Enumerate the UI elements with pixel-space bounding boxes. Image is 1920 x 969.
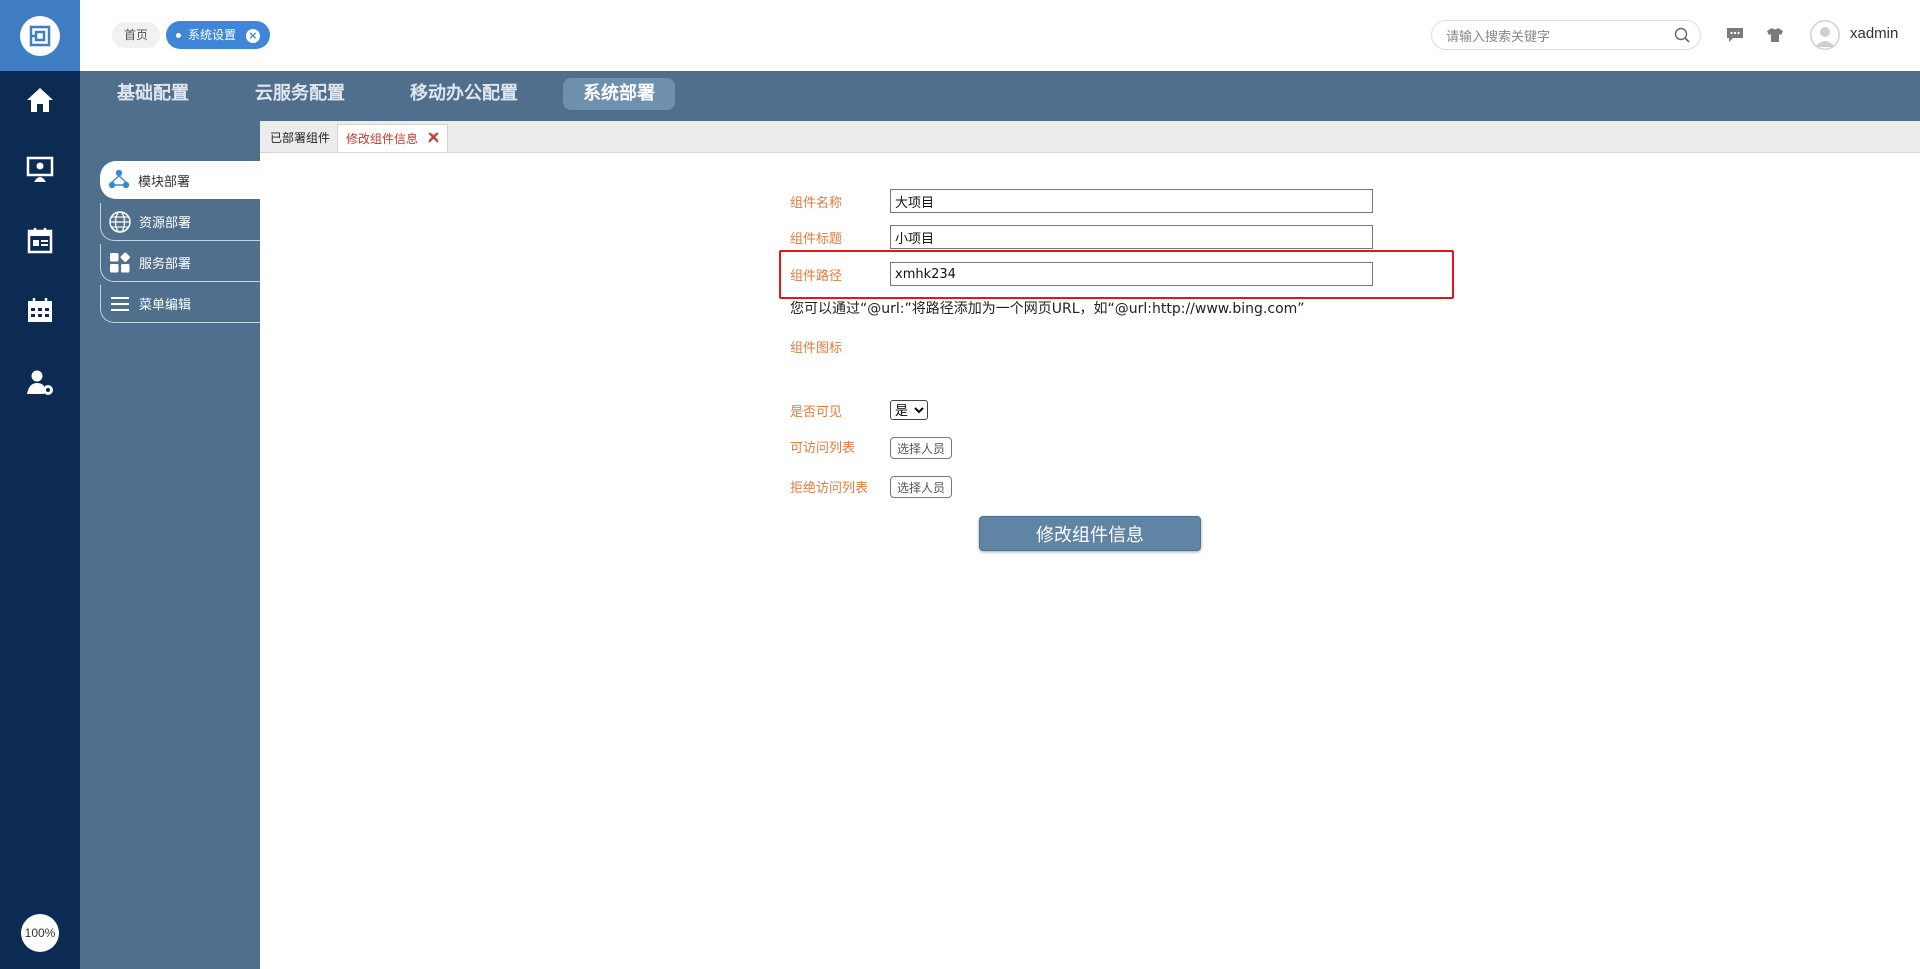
- tab-edit-component[interactable]: 修改组件信息: [337, 124, 448, 152]
- sidebar-item-menu-edit[interactable]: 菜单编辑: [100, 285, 260, 323]
- active-dot-icon: [176, 33, 181, 38]
- visible-select[interactable]: 是: [890, 400, 928, 420]
- sidebar-item-label: 模块部署: [138, 174, 191, 190]
- shirt-theme-icon[interactable]: [1764, 24, 1786, 46]
- user-settings-icon[interactable]: [20, 362, 60, 402]
- component-name-label: 组件名称: [790, 196, 843, 211]
- component-title-label: 组件标题: [790, 232, 843, 247]
- avatar[interactable]: [1810, 20, 1840, 50]
- sidebar-item-resource-deploy[interactable]: 资源部署: [100, 203, 260, 241]
- left-rail: [0, 0, 80, 969]
- tab-mobile-office-config[interactable]: 移动办公配置: [390, 78, 538, 110]
- deny-list-pick-button[interactable]: 选择人员: [890, 476, 952, 498]
- submit-edit-component-button[interactable]: 修改组件信息: [979, 516, 1201, 551]
- component-title-field[interactable]: [890, 225, 1373, 249]
- home-icon[interactable]: [20, 80, 60, 120]
- tab-basic-config[interactable]: 基础配置: [97, 78, 209, 110]
- search-input[interactable]: [1444, 26, 1668, 46]
- app-logo[interactable]: [0, 0, 80, 71]
- calendar-grid-icon[interactable]: [20, 290, 60, 330]
- presentation-user-icon[interactable]: [20, 150, 60, 190]
- search-icon[interactable]: [1674, 27, 1690, 47]
- sidebar-item-label: 资源部署: [139, 216, 192, 231]
- path-hint-text: 您可以通过“@url:”将路径添加为一个网页URL，如“@url:http://…: [790, 301, 1305, 317]
- component-path-label: 组件路径: [790, 269, 843, 284]
- close-tab-icon[interactable]: ×: [245, 28, 260, 43]
- breadcrumb-active-tab[interactable]: 系统设置 ×: [166, 21, 270, 49]
- tab-system-deploy[interactable]: 系统部署: [563, 78, 675, 110]
- sidebar-item-label: 菜单编辑: [139, 298, 192, 313]
- sidebar-item-label: 服务部署: [139, 257, 192, 272]
- tab-edit-component-label: 修改组件信息: [346, 132, 419, 146]
- allow-list-label: 可访问列表: [790, 441, 856, 456]
- deny-list-label: 拒绝访问列表: [790, 481, 869, 496]
- component-name-field[interactable]: [890, 189, 1373, 213]
- menu-lines-icon: [107, 291, 133, 317]
- sidebar-item-module-deploy[interactable]: 模块部署: [100, 161, 260, 199]
- close-icon[interactable]: [428, 132, 439, 146]
- breadcrumb-home[interactable]: 首页: [112, 22, 161, 48]
- message-icon[interactable]: [1724, 24, 1746, 46]
- nodes-icon: [106, 167, 132, 193]
- allow-list-pick-button[interactable]: 选择人员: [890, 437, 952, 459]
- visible-label: 是否可见: [790, 405, 843, 420]
- tab-deployed-components[interactable]: 已部署组件: [262, 124, 340, 152]
- search-box: [1431, 20, 1701, 50]
- component-path-field[interactable]: [890, 262, 1373, 286]
- zoom-level-badge[interactable]: 100%: [21, 914, 59, 952]
- content-tab-strip: [260, 121, 1920, 153]
- tab-cloud-config[interactable]: 云服务配置: [235, 78, 365, 110]
- calendar-list-icon[interactable]: [20, 220, 60, 260]
- component-icon-label: 组件图标: [790, 341, 843, 356]
- blocks-icon: [107, 250, 133, 276]
- globe-icon: [107, 209, 133, 235]
- logo-icon: [20, 15, 60, 56]
- breadcrumb-active-label: 系统设置: [188, 28, 237, 42]
- username[interactable]: xadmin: [1850, 25, 1898, 42]
- sidebar-item-service-deploy[interactable]: 服务部署: [100, 244, 260, 282]
